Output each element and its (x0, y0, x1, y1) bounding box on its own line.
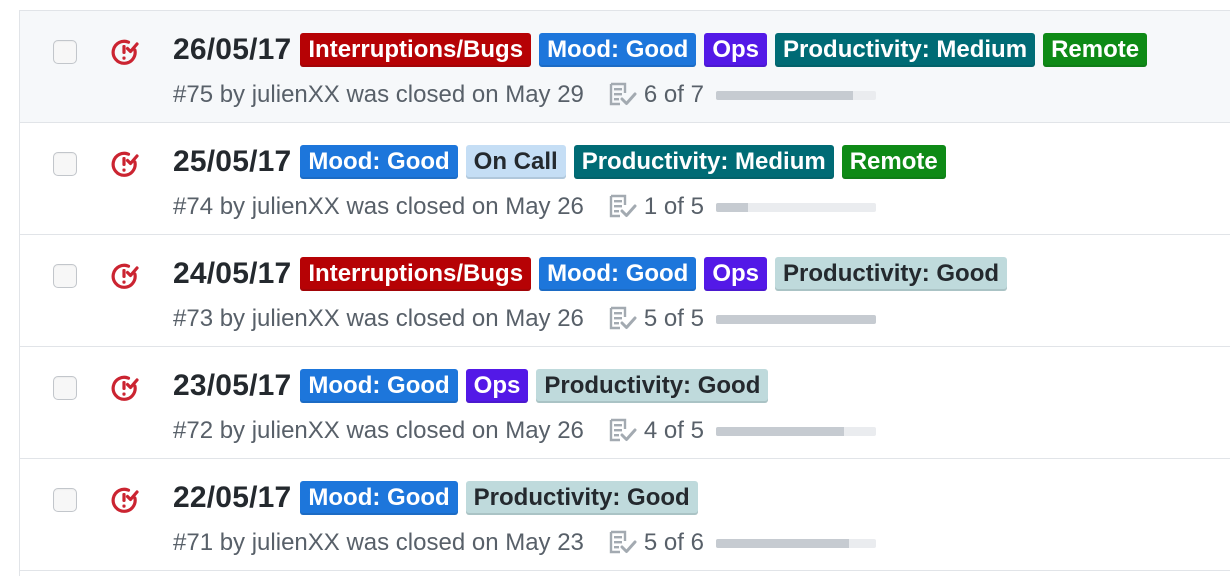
issue-select-checkbox[interactable] (53, 376, 77, 400)
issue-meta-line: #75 by julienXX was closed on May 29 6 of… (173, 80, 876, 110)
issue-title-link[interactable]: 24/05/17 (173, 257, 291, 291)
task-progress-count: 5 of 6 (643, 529, 704, 556)
issue-meta-text: #73 by julienXX was closed on May 26 (173, 305, 584, 332)
issue-meta-line: #74 by julienXX was closed on May 26 1 of… (173, 192, 876, 222)
task-progress-count: 5 of 5 (643, 305, 704, 332)
issue-meta-text: #75 by julienXX was closed on May 29 (173, 81, 584, 108)
task-progress-bar (715, 90, 876, 100)
issue-meta-line: #72 by julienXX was closed on May 26 4 of… (173, 416, 876, 446)
issue-label[interactable]: Productivity: Good (775, 257, 1008, 291)
issue-title-line: 22/05/17 Mood: Good Productivity: Good (173, 480, 706, 516)
issue-title-line: 26/05/17 Interruptions/Bugs Mood: Good Ops P… (173, 32, 1155, 68)
issue-label[interactable]: Interruptions/Bugs (300, 257, 532, 291)
issue-title-line: 24/05/17 Interruptions/Bugs Mood: Good Ops P… (173, 256, 1015, 292)
tasklist-icon (608, 529, 638, 557)
issue-select-checkbox[interactable] (53, 488, 77, 512)
issue-label[interactable]: Productivity: Good (465, 481, 698, 515)
issue-label[interactable]: Interruptions/Bugs (300, 33, 532, 67)
issue-closed-icon (109, 261, 139, 291)
issue-row[interactable]: 23/05/17 Mood: Good Ops Productivity: Good #… (20, 347, 1230, 459)
task-progress-fill (715, 426, 844, 436)
task-progress-fill (715, 202, 748, 212)
issue-label[interactable]: On Call (465, 145, 566, 179)
issue-select-checkbox[interactable] (53, 264, 77, 288)
issue-row[interactable]: 24/05/17 Interruptions/Bugs Mood: Good Ops P… (20, 235, 1230, 347)
issue-title-link[interactable]: 22/05/17 (173, 481, 291, 515)
issue-label[interactable]: Mood: Good (300, 369, 458, 403)
tasklist-icon (608, 417, 638, 445)
issue-label[interactable]: Remote (1043, 33, 1148, 67)
issue-meta-text: #71 by julienXX was closed on May 23 (173, 529, 584, 556)
issue-label[interactable]: Mood: Good (300, 481, 458, 515)
issue-title-line: 25/05/17 Mood: Good On Call Productivity: M… (173, 144, 954, 180)
issue-meta-line: #73 by julienXX was closed on May 26 5 of… (173, 304, 876, 334)
issue-closed-icon (109, 149, 139, 179)
issue-title-link[interactable]: 25/05/17 (173, 145, 291, 179)
issue-closed-icon (109, 373, 139, 403)
issue-label[interactable]: Productivity: Good (536, 369, 769, 403)
issue-label[interactable]: Productivity: Medium (573, 145, 834, 179)
task-progress-count: 6 of 7 (643, 81, 704, 108)
task-progress-bar (715, 314, 876, 324)
issue-label[interactable]: Ops (465, 369, 529, 403)
tasklist-icon (608, 305, 638, 333)
task-progress-bar (715, 202, 876, 212)
issue-meta-line: #71 by julienXX was closed on May 23 5 of… (173, 528, 876, 558)
task-progress-bar (715, 538, 876, 548)
issue-row[interactable]: 26/05/17 Interruptions/Bugs Mood: Good Ops P… (20, 11, 1230, 123)
issue-label[interactable]: Remote (841, 145, 946, 179)
issue-row[interactable]: 22/05/17 Mood: Good Productivity: Good #71 … (20, 459, 1230, 571)
issue-list: 26/05/17 Interruptions/Bugs Mood: Good Ops P… (19, 10, 1230, 576)
task-progress-bar (715, 426, 876, 436)
issue-label[interactable]: Mood: Good (539, 257, 697, 291)
issue-label[interactable]: Mood: Good (300, 145, 458, 179)
task-progress-fill (715, 538, 850, 548)
issue-label[interactable]: Ops (704, 257, 768, 291)
task-progress-count: 1 of 5 (643, 193, 704, 220)
tasklist-icon (608, 81, 638, 109)
issue-select-checkbox[interactable] (53, 40, 77, 64)
issue-meta-text: #72 by julienXX was closed on May 26 (173, 417, 584, 444)
tasklist-icon (608, 193, 638, 221)
task-progress-count: 4 of 5 (643, 417, 704, 444)
issue-closed-icon (109, 485, 139, 515)
issue-select-checkbox[interactable] (53, 152, 77, 176)
task-progress-fill (715, 314, 876, 324)
issue-label[interactable]: Productivity: Medium (775, 33, 1036, 67)
issue-label[interactable]: Ops (704, 33, 768, 67)
issue-title-link[interactable]: 26/05/17 (173, 33, 291, 67)
task-progress-fill (715, 90, 854, 100)
issue-title-link[interactable]: 23/05/17 (173, 369, 291, 403)
issue-meta-text: #74 by julienXX was closed on May 26 (173, 193, 584, 220)
issue-title-line: 23/05/17 Mood: Good Ops Productivity: Good (173, 368, 776, 404)
issue-label[interactable]: Mood: Good (539, 33, 697, 67)
issue-closed-icon (109, 37, 139, 67)
issue-row[interactable]: 25/05/17 Mood: Good On Call Productivity: M… (20, 123, 1230, 235)
